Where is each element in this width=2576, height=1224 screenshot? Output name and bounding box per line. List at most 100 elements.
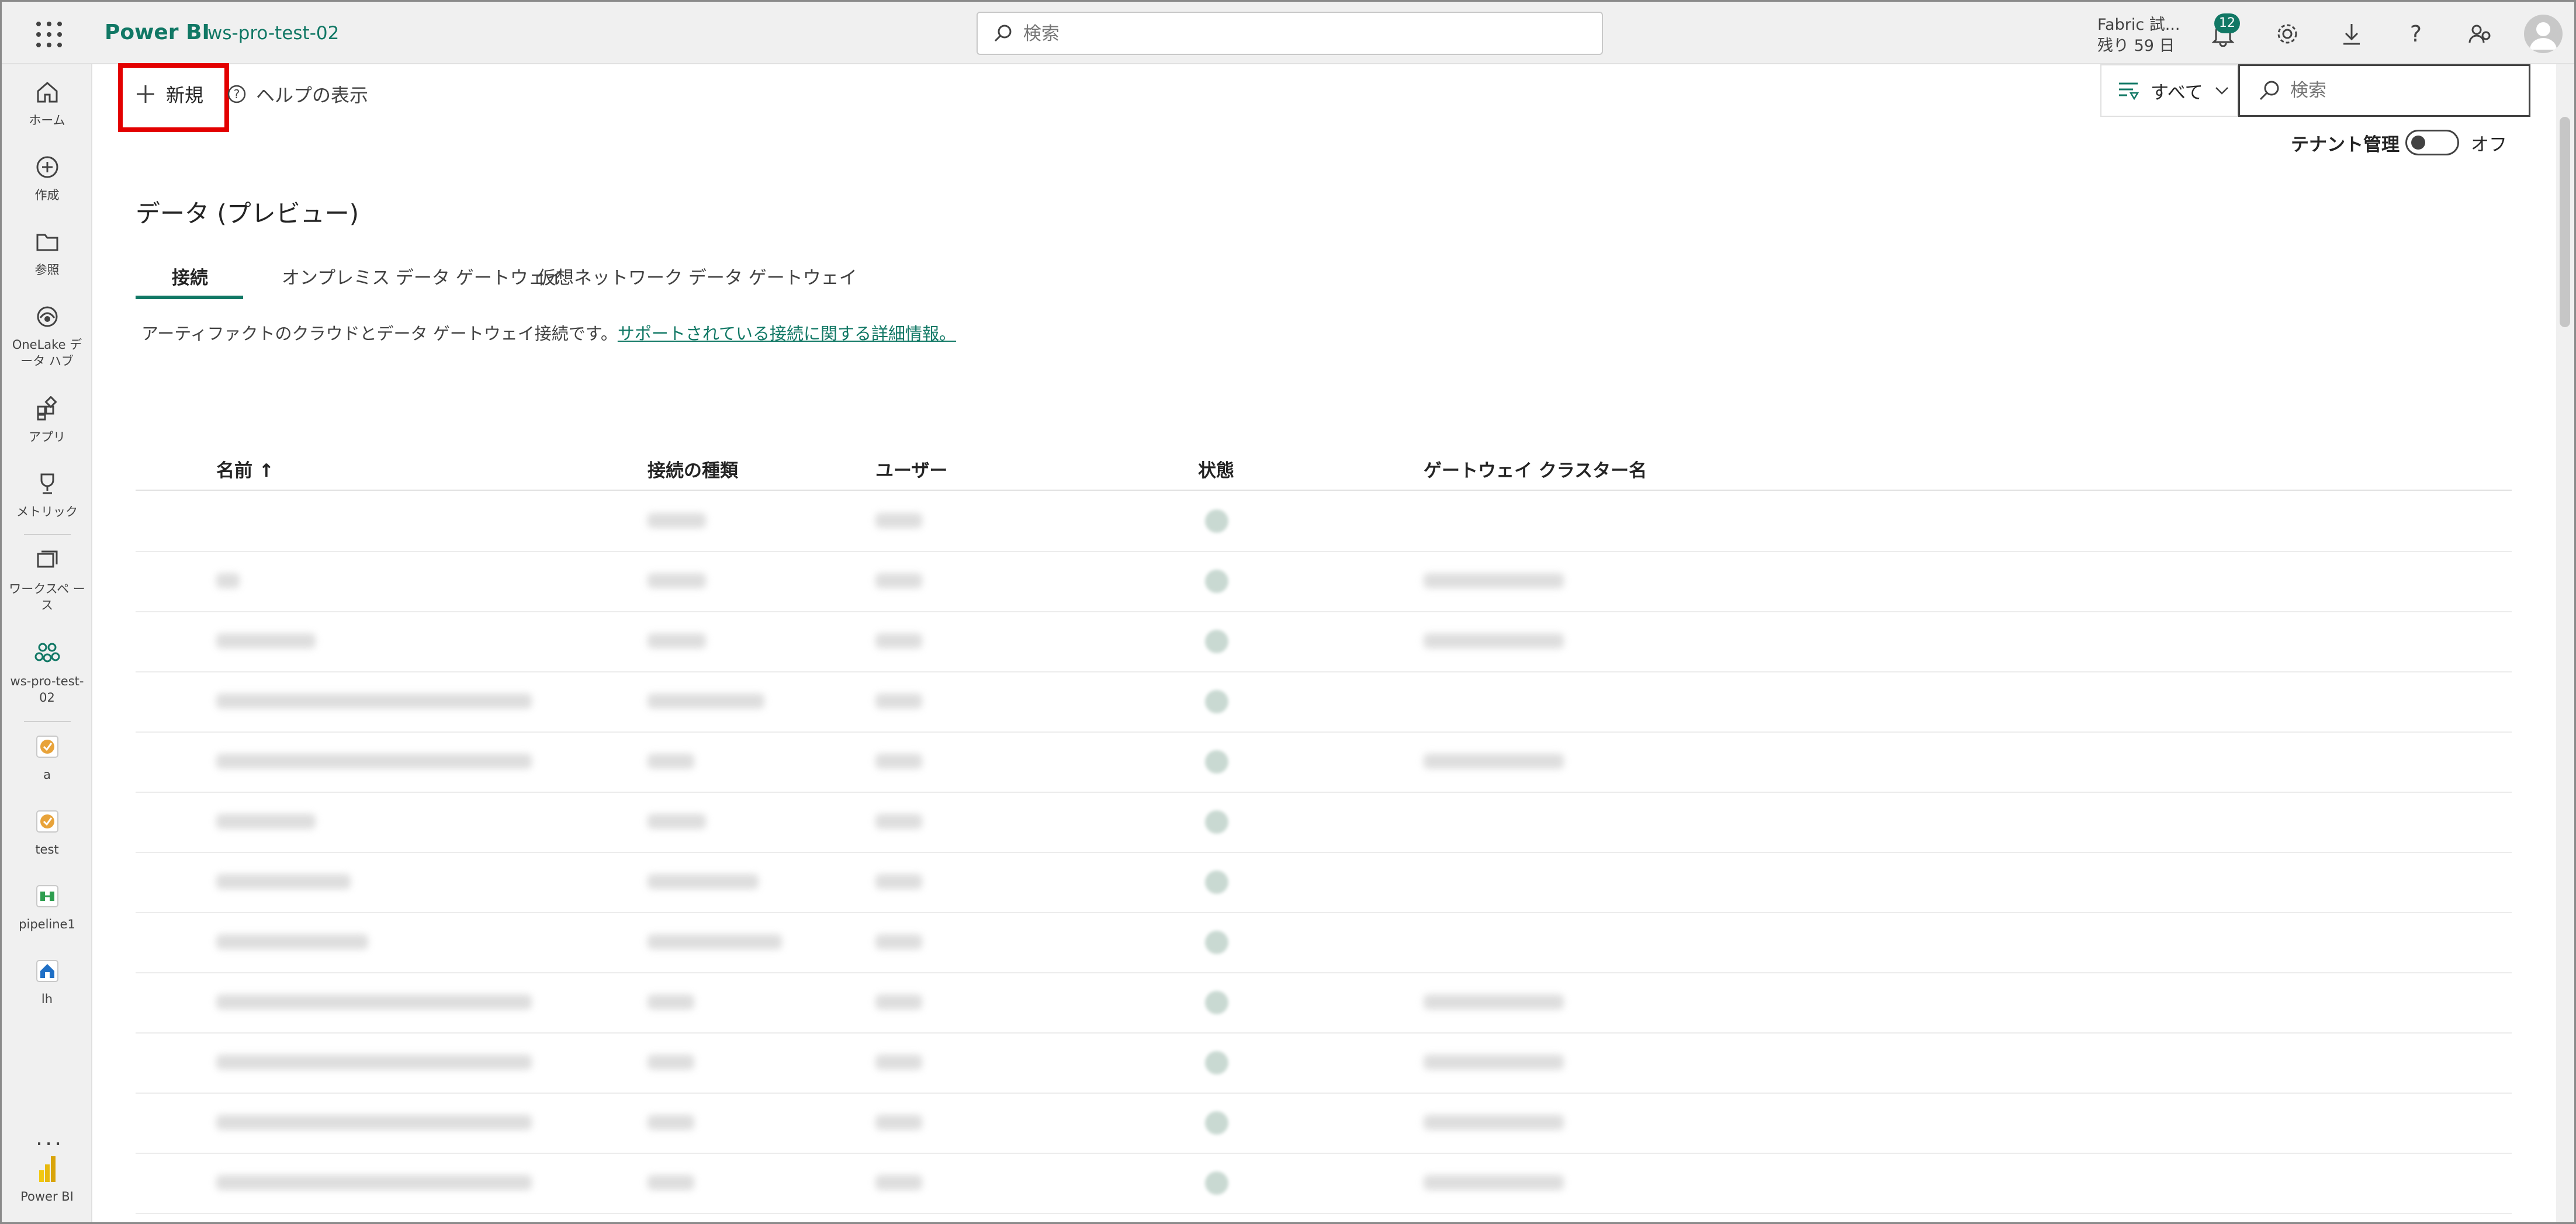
redacted-cell — [875, 994, 922, 1010]
nav-create[interactable]: 作成 — [2, 150, 92, 203]
filter-icon — [2119, 82, 2139, 100]
lakehouse-icon — [30, 953, 65, 989]
help-button[interactable]: ? ヘルプの表示 — [227, 81, 368, 108]
table-row[interactable] — [136, 1034, 2512, 1094]
nav-home[interactable]: ホーム — [2, 75, 92, 129]
redacted-cell — [875, 1115, 922, 1130]
redacted-cell — [1424, 1115, 1564, 1130]
nav-onelake[interactable]: OneLake デ ータ ハブ — [2, 299, 92, 369]
table-header: 名前 ↑ 接続の種類 ユーザー 状態 ゲートウェイ クラスター名 — [136, 438, 2512, 491]
redacted-cell — [648, 814, 706, 829]
page-title: データ (プレビュー) — [136, 199, 359, 228]
status-icon — [1205, 931, 1228, 954]
table-row[interactable] — [136, 733, 2512, 793]
tenant-admin-toggle[interactable] — [2405, 130, 2459, 155]
redacted-cell — [648, 1055, 694, 1070]
table-row[interactable] — [136, 793, 2512, 853]
nav-label: ws-pro-test-02 — [10, 674, 84, 705]
redacted-cell — [648, 874, 759, 889]
workspace-breadcrumb[interactable]: ws-pro-test-02 — [207, 23, 339, 44]
svg-text:?: ? — [234, 87, 240, 101]
nav-apps[interactable]: アプリ — [2, 391, 92, 445]
table-row[interactable] — [136, 1094, 2512, 1154]
nav-label: Power BI — [20, 1190, 74, 1204]
redacted-cell — [648, 754, 694, 769]
column-header-name[interactable]: 名前 ↑ — [216, 456, 274, 482]
nav-divider — [24, 534, 71, 535]
item-test-icon — [30, 804, 65, 839]
redacted-cell — [648, 513, 706, 528]
scrollbar-thumb[interactable] — [2560, 117, 2570, 327]
table-row[interactable] — [136, 492, 2512, 552]
redacted-cell — [875, 814, 922, 829]
status-icon — [1205, 810, 1228, 834]
vertical-scrollbar[interactable] — [2556, 64, 2574, 1222]
powerbi-logo-icon — [30, 1151, 65, 1186]
table-row[interactable] — [136, 1154, 2512, 1214]
tab-onprem-gateways[interactable]: オンプレミス データ ゲートウェイ — [282, 263, 565, 289]
table-row[interactable] — [136, 612, 2512, 672]
nav-label: メトリック — [16, 505, 78, 519]
redacted-cell — [1424, 1055, 1564, 1070]
global-search-box[interactable] — [977, 12, 1603, 55]
redacted-cell — [875, 1175, 922, 1190]
notification-badge: 12 — [2214, 13, 2240, 33]
trial-status[interactable]: Fabric 試... 残り 59 日 — [2097, 15, 2180, 57]
trial-name: Fabric 試... — [2097, 16, 2180, 34]
column-header-type[interactable]: 接続の種類 — [648, 456, 738, 482]
table-row[interactable] — [136, 853, 2512, 913]
app-name[interactable]: Power BI — [105, 20, 210, 44]
table-row[interactable] — [136, 672, 2512, 733]
more-icon[interactable]: ... — [36, 1125, 64, 1150]
pipeline-icon — [30, 879, 65, 914]
help-icon[interactable]: ? — [2401, 19, 2430, 48]
redacted-cell — [216, 573, 240, 588]
nav-workspaces[interactable]: ワークスペ ース — [2, 543, 92, 613]
nav-metrics[interactable]: メトリック — [2, 466, 92, 520]
redacted-cell — [648, 573, 706, 588]
table-row[interactable] — [136, 913, 2512, 973]
nav-item-test[interactable]: test — [2, 804, 92, 858]
column-header-user[interactable]: ユーザー — [875, 456, 947, 482]
share-feedback-icon[interactable] — [2466, 19, 2495, 48]
learn-more-link[interactable]: サポートされている接続に関する詳細情報。 — [618, 324, 956, 344]
nav-powerbi-switcher[interactable]: Power BI — [2, 1151, 92, 1205]
status-icon — [1205, 570, 1228, 593]
nav-current-workspace[interactable]: ws-pro-test-02 — [2, 636, 92, 706]
redacted-cell — [875, 874, 922, 889]
nav-label: a — [43, 768, 51, 782]
redacted-cell — [648, 934, 782, 949]
nav-item-a[interactable]: a — [2, 729, 92, 783]
table-row[interactable] — [136, 552, 2512, 612]
tab-connections[interactable]: 接続 — [172, 263, 208, 289]
status-icon — [1205, 1111, 1228, 1135]
nav-label: 作成 — [34, 188, 60, 202]
avatar[interactable] — [2524, 15, 2563, 53]
main-search-box[interactable] — [2238, 64, 2530, 117]
browse-icon — [30, 224, 65, 259]
create-icon — [30, 150, 65, 185]
nav-divider — [24, 721, 71, 722]
redacted-cell — [648, 694, 764, 709]
redacted-cell — [875, 633, 922, 649]
filter-dropdown[interactable]: すべて — [2100, 64, 2238, 117]
global-search-input[interactable] — [1023, 21, 1549, 47]
new-button[interactable]: 新規 — [136, 81, 203, 108]
table-row[interactable] — [136, 973, 2512, 1034]
left-navigation: ホーム 作成 参照 OneLake デ ータ ハブ アプリ メトリック ワークス… — [2, 64, 92, 1222]
status-icon — [1205, 509, 1228, 533]
tab-vnet-gateways[interactable]: 仮想ネットワーク データ ゲートウェイ — [538, 263, 857, 289]
column-header-status[interactable]: 状態 — [1198, 456, 1234, 482]
nav-item-pipeline1[interactable]: pipeline1 — [2, 879, 92, 932]
column-header-gateway[interactable]: ゲートウェイ クラスター名 — [1424, 456, 1647, 482]
redacted-cell — [216, 814, 316, 829]
download-icon[interactable] — [2337, 19, 2366, 48]
settings-icon[interactable] — [2273, 19, 2302, 48]
redacted-cell — [1424, 994, 1564, 1010]
main-search-input[interactable] — [2290, 78, 2512, 103]
redacted-cell — [875, 694, 922, 709]
nav-browse[interactable]: 参照 — [2, 224, 92, 278]
app-launcher-icon[interactable] — [35, 20, 62, 47]
nav-item-lh[interactable]: lh — [2, 953, 92, 1007]
search-icon — [994, 25, 1012, 42]
